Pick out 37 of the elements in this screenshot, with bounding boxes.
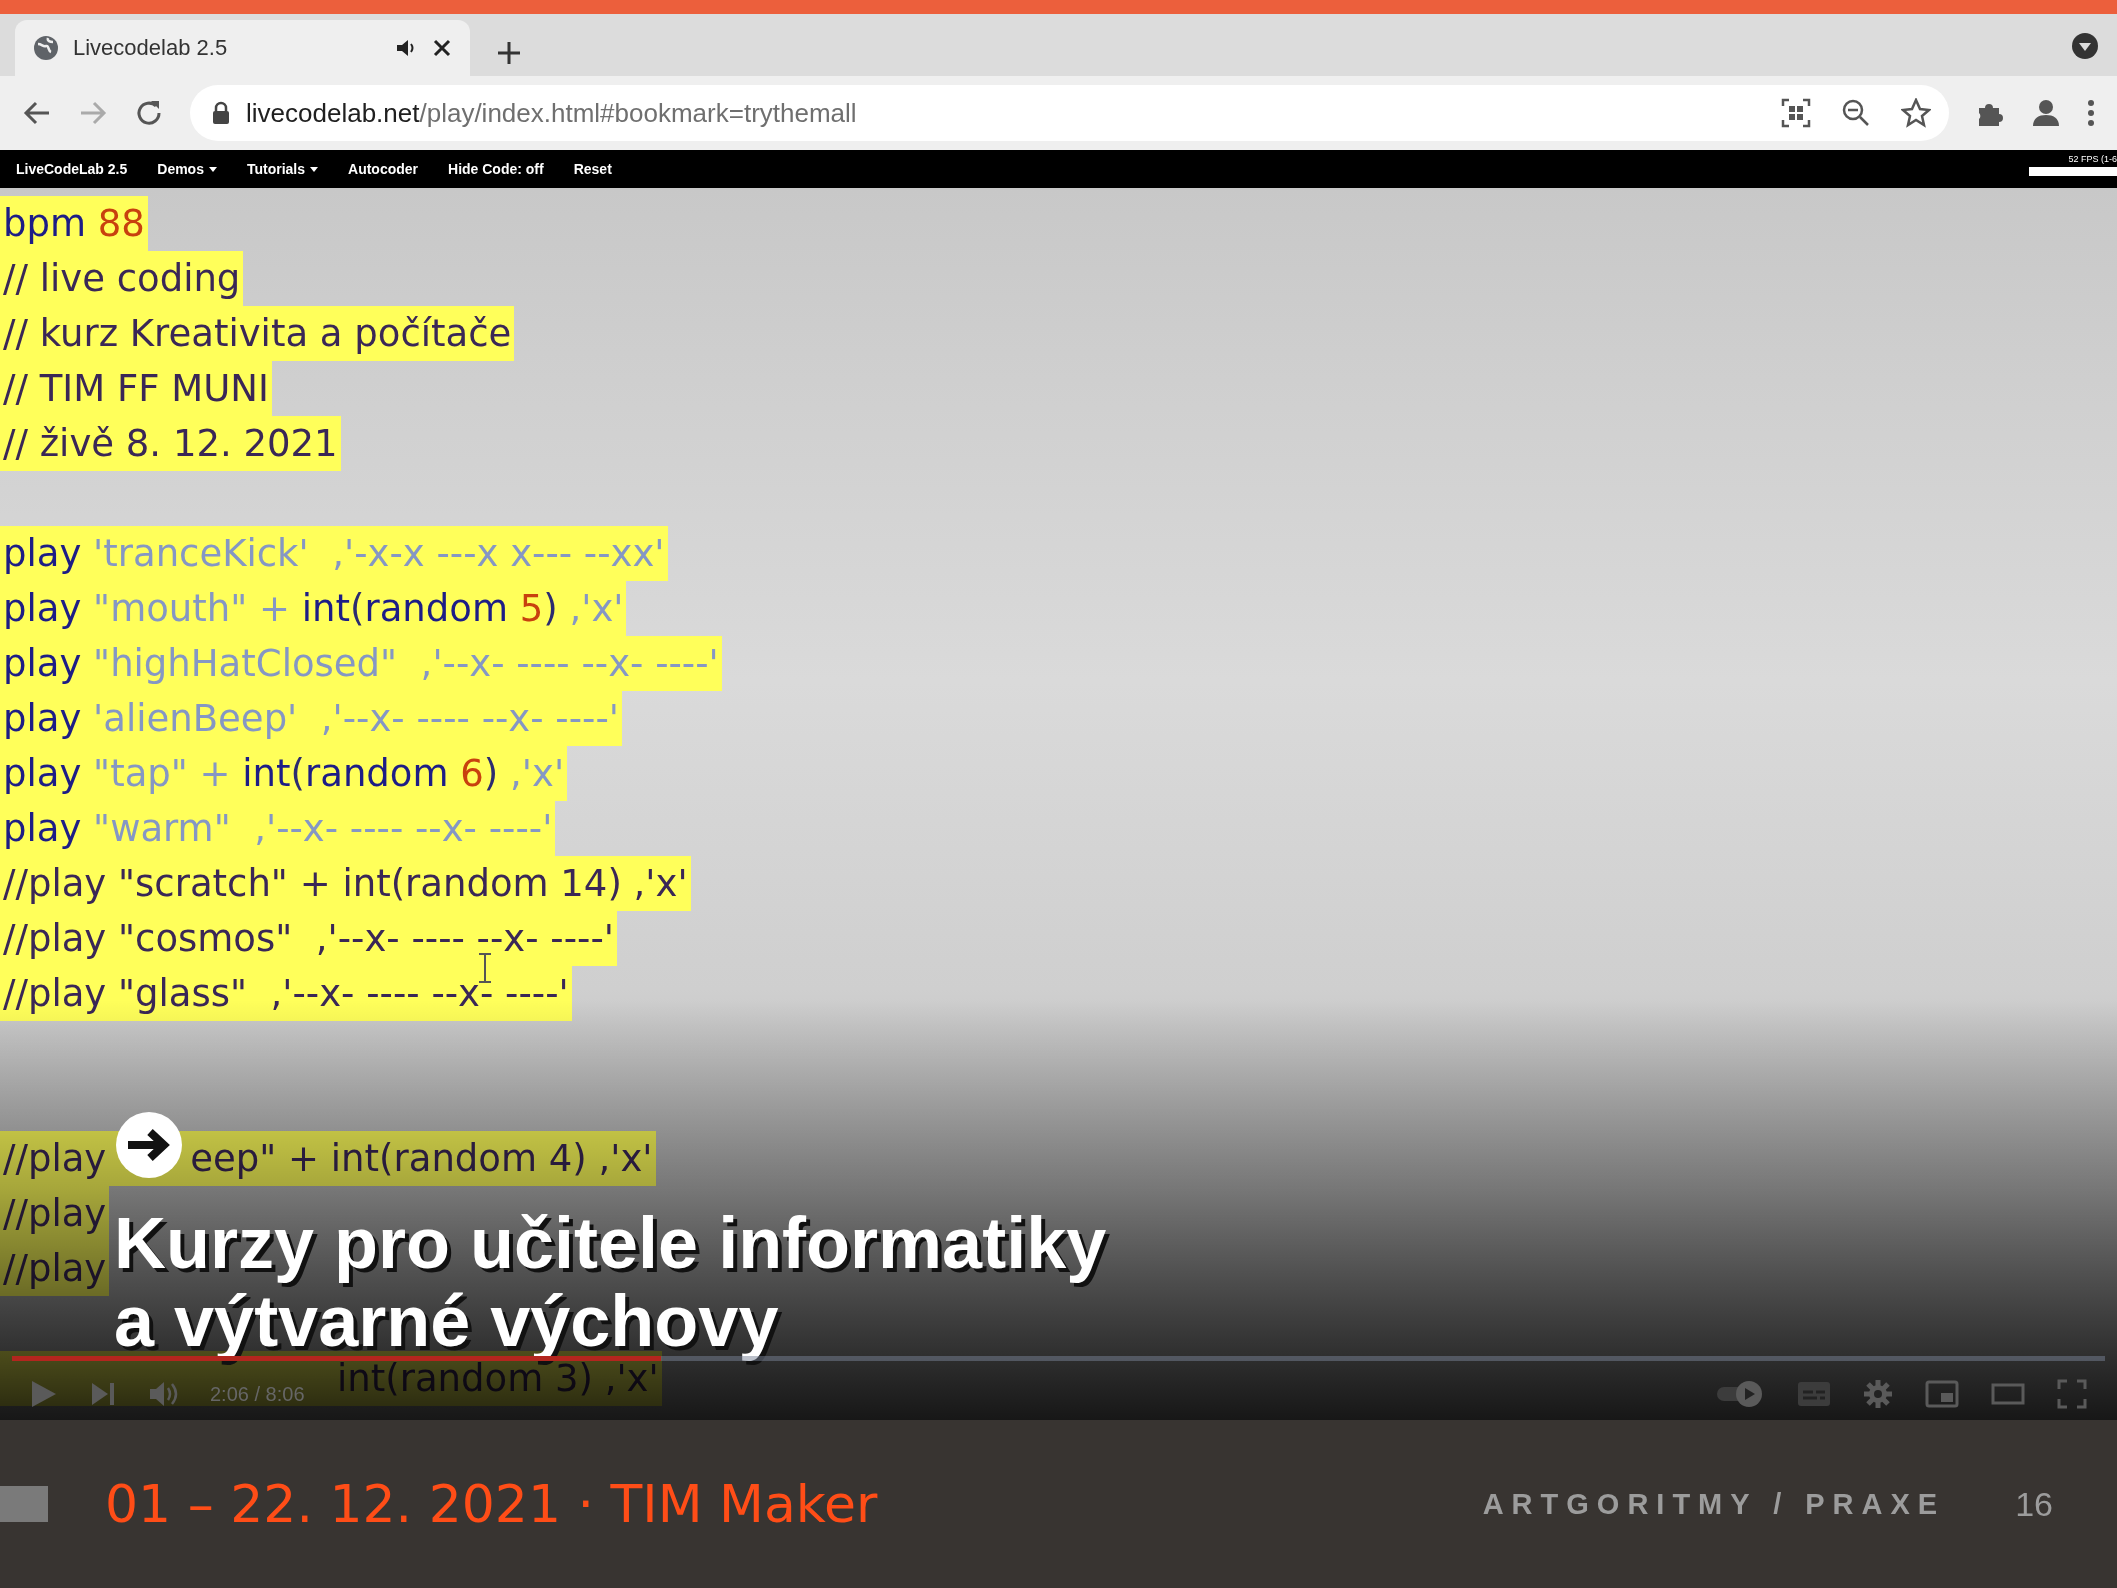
fps-meter: 52 FPS (1-6 xyxy=(2029,154,2117,176)
menu-item[interactable]: LiveCodeLab 2.5 xyxy=(16,161,128,177)
dropdown-menu[interactable]: Demos xyxy=(157,161,217,177)
autoplay-toggle[interactable] xyxy=(1715,1379,1765,1409)
tab-title: Livecodelab 2.5 xyxy=(73,35,229,61)
menu-item[interactable]: Autocoder xyxy=(348,161,419,177)
fullscreen-icon[interactable] xyxy=(2057,1379,2087,1409)
settings-icon[interactable] xyxy=(1863,1379,1893,1409)
lock-icon xyxy=(212,101,230,125)
address-bar[interactable]: livecodelab.net/play/index.html#bookmark=trythemall xyxy=(190,85,1949,141)
zoom-out-icon[interactable] xyxy=(1841,98,1871,128)
video-time: 2:06 / 8:06 xyxy=(210,1382,305,1406)
plus-icon[interactable] xyxy=(496,40,522,66)
play-icon[interactable] xyxy=(30,1379,58,1409)
next-icon[interactable] xyxy=(90,1381,116,1407)
footer-square xyxy=(0,1486,48,1522)
menu-icon[interactable] xyxy=(2087,98,2095,128)
close-icon[interactable] xyxy=(432,38,452,58)
menu-item[interactable]: Reset xyxy=(573,161,612,177)
video-title: Kurzy pro učitele informatiky xyxy=(114,1204,1107,1282)
caret-icon xyxy=(310,166,319,172)
dropdown-icon[interactable] xyxy=(2071,32,2099,60)
text-cursor-icon xyxy=(478,953,492,983)
section-title: ARTGORITMY / PRAXE xyxy=(1482,1487,1946,1521)
caret-icon xyxy=(208,166,217,172)
miniplayer-icon[interactable] xyxy=(1925,1380,1959,1408)
browser-tab[interactable]: Livecodelab 2.5 xyxy=(15,20,470,76)
page-number: 16 xyxy=(2015,1484,2053,1524)
star-icon[interactable] xyxy=(1901,98,1931,128)
theater-mode-icon[interactable] xyxy=(1991,1383,2025,1405)
dropdown-menu[interactable]: Tutorials xyxy=(246,161,319,177)
app-install-icon[interactable] xyxy=(1781,98,1811,128)
event-dates: 01 – 22. 12. 2021 · TIM Maker xyxy=(105,1474,879,1534)
globe-icon xyxy=(33,35,59,61)
profile-icon[interactable] xyxy=(2031,98,2061,128)
menu-item[interactable]: Hide Code: off xyxy=(448,161,544,177)
volume-icon[interactable] xyxy=(148,1380,178,1408)
